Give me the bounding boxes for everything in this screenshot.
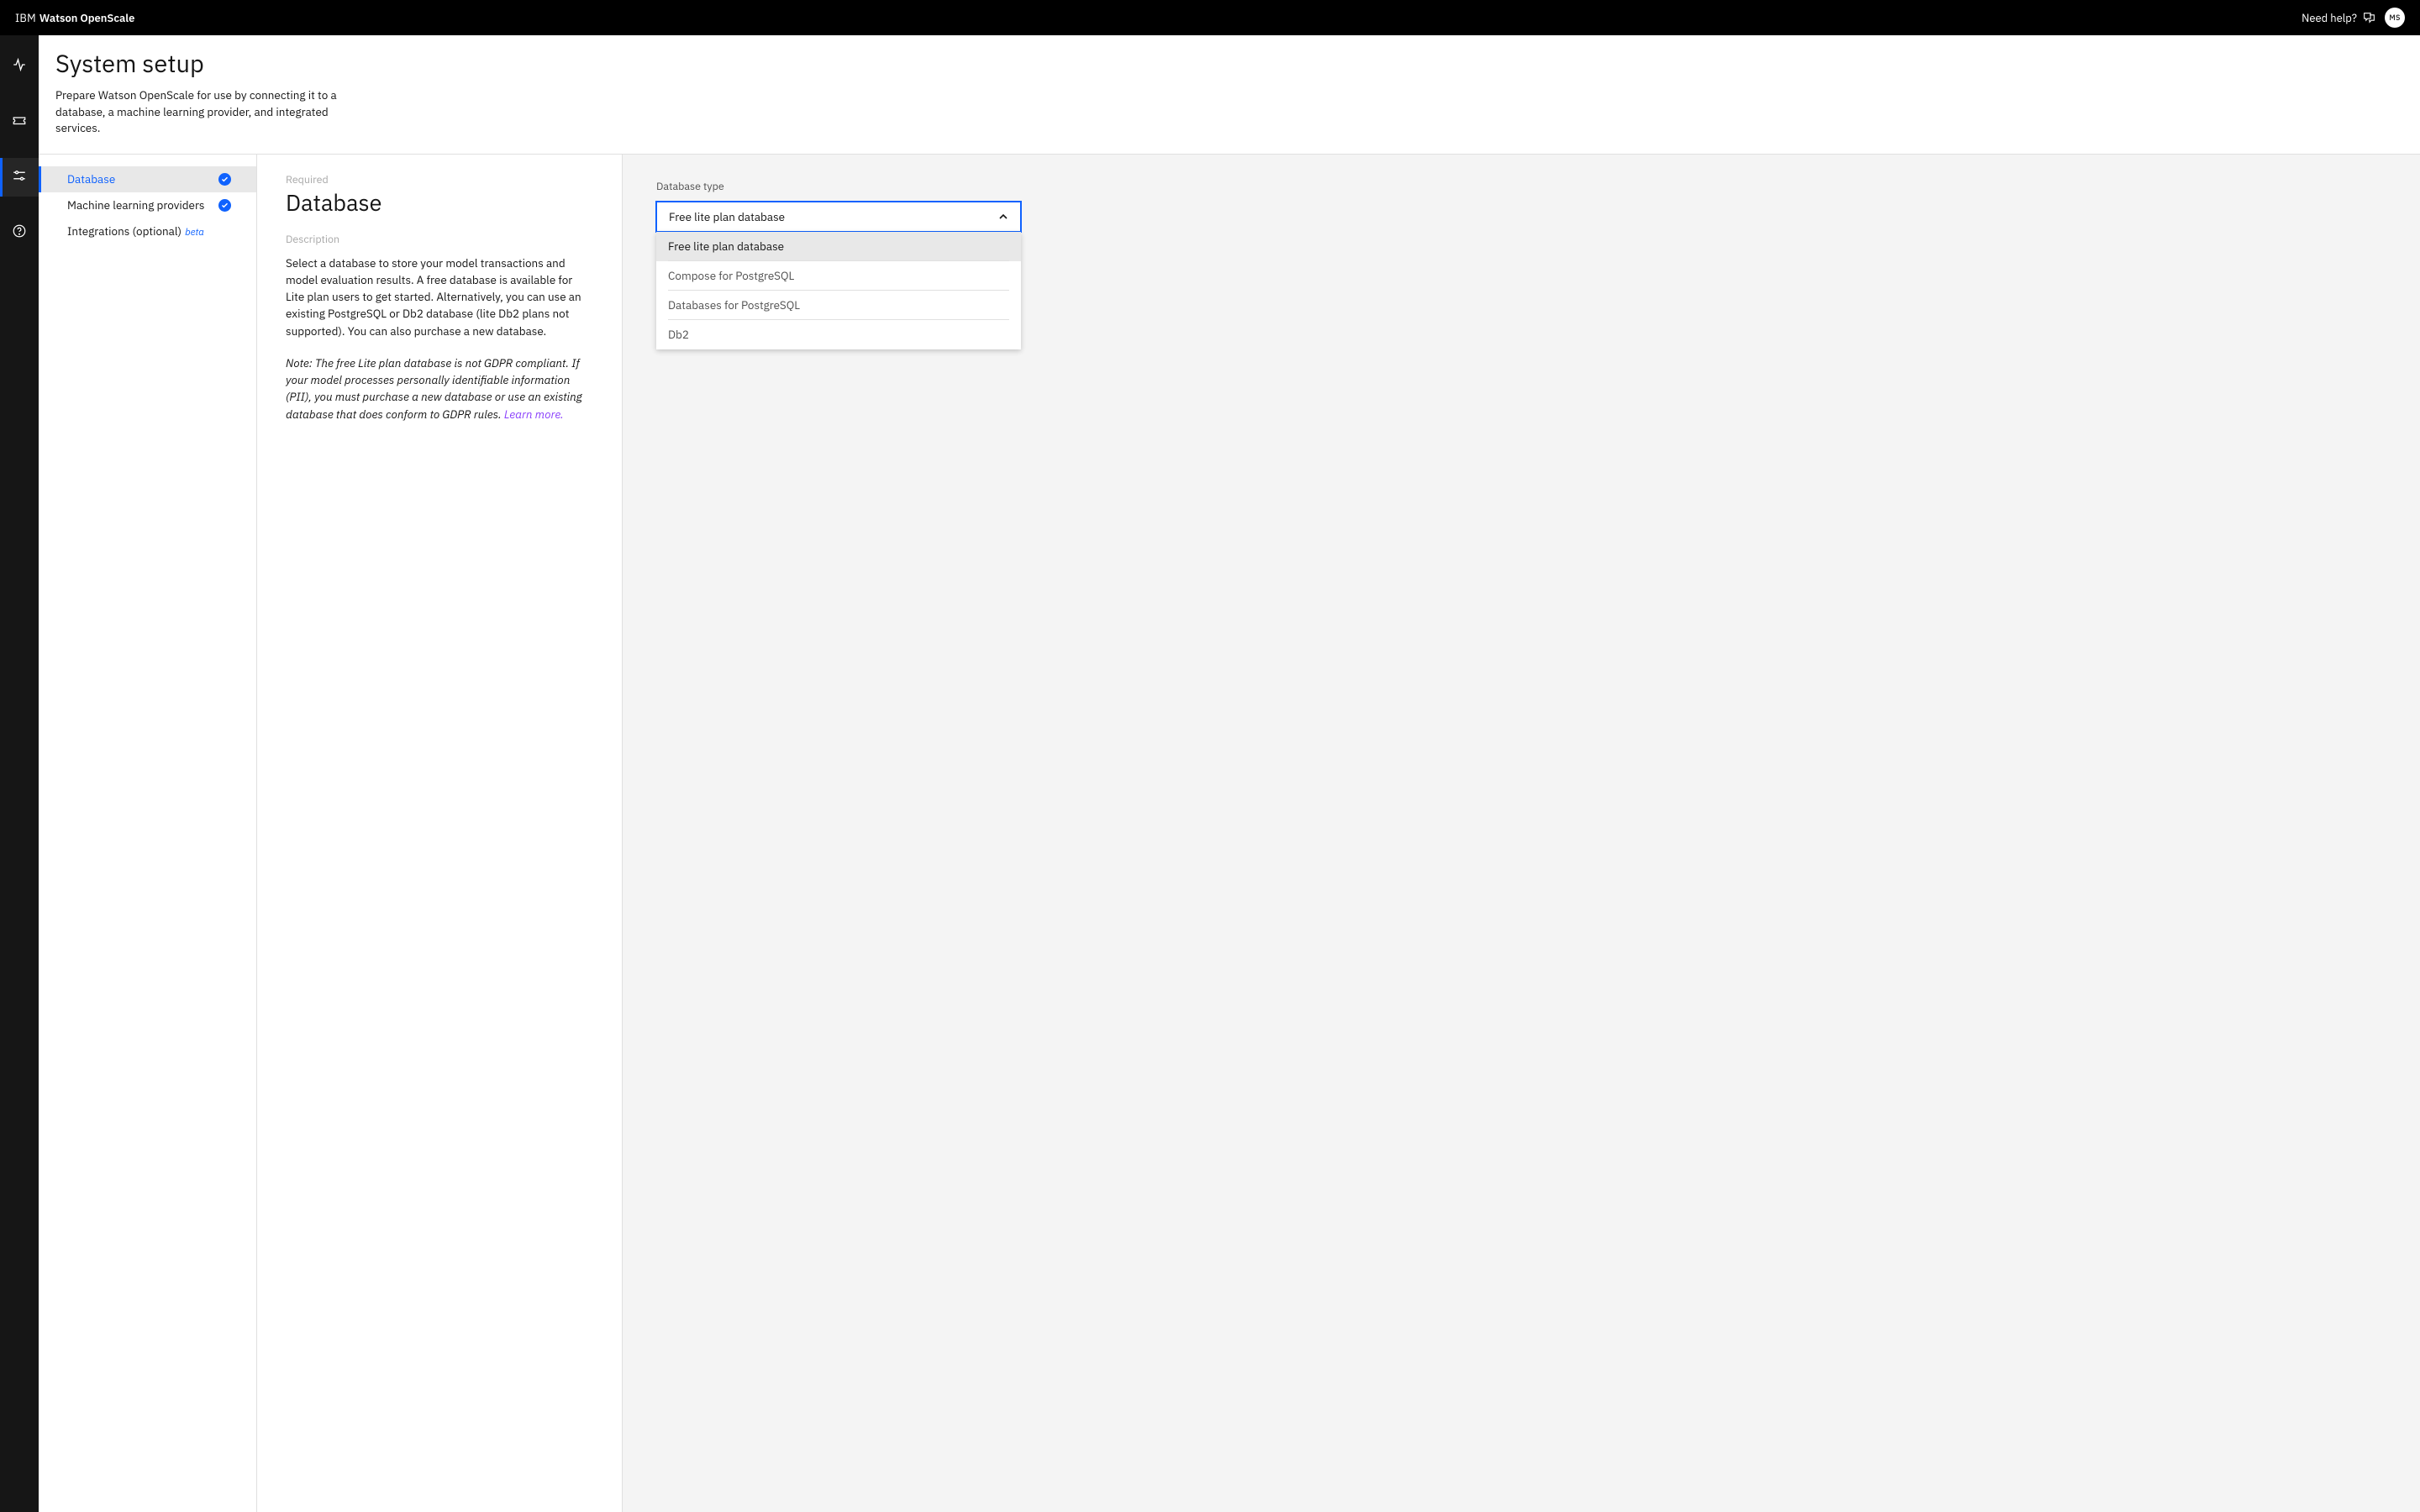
db-type-option[interactable]: Db2 (656, 320, 1021, 349)
note-text: Note: The free Lite plan database is not… (286, 354, 593, 423)
db-type-option[interactable]: Databases for PostgreSQL (656, 291, 1021, 320)
topbar: IBM Watson OpenScale Need help? MS (0, 0, 2420, 35)
left-rail (0, 35, 39, 1512)
content: System setup Prepare Watson OpenScale fo… (39, 35, 2420, 1512)
beta-badge: beta (185, 226, 204, 239)
db-type-dropdown: Free lite plan database Free lite plan d… (656, 202, 1021, 349)
option-label: Db2 (668, 327, 689, 342)
settings-icon (12, 168, 27, 187)
sidebar-item-label: Database (67, 171, 115, 186)
brand: IBM Watson OpenScale (15, 11, 134, 25)
sidebar-item-database[interactable]: Database (39, 166, 256, 192)
rail-help[interactable] (0, 213, 39, 252)
description-text: Select a database to store your model tr… (286, 255, 593, 339)
db-type-option[interactable]: Compose for PostgreSQL (656, 261, 1021, 291)
check-icon (218, 173, 231, 186)
avatar[interactable]: MS (2385, 8, 2405, 28)
rail-activity[interactable] (0, 47, 39, 86)
section-title: Database (286, 188, 593, 218)
required-label: Required (286, 173, 593, 186)
chevron-up-icon (998, 212, 1008, 222)
db-type-selected: Free lite plan database (669, 209, 785, 224)
topbar-right: Need help? MS (2302, 8, 2405, 28)
rail-settings[interactable] (0, 158, 39, 197)
page-header: System setup Prepare Watson OpenScale fo… (39, 35, 2420, 155)
brand-prefix: IBM (15, 11, 36, 25)
sidebar-item-label: Machine learning providers (67, 197, 205, 213)
description-label: Description (286, 233, 593, 246)
chat-icon (2362, 11, 2376, 25)
activity-icon (12, 57, 27, 76)
help-icon (12, 223, 27, 243)
brand-product: Watson OpenScale (39, 11, 135, 25)
body: Database Machine learning providers Inte… (39, 155, 2420, 1512)
ticket-icon (12, 113, 27, 132)
option-label: Compose for PostgreSQL (668, 268, 794, 283)
page-title: System setup (55, 47, 2403, 79)
main: System setup Prepare Watson OpenScale fo… (0, 35, 2420, 1512)
page-subtitle: Prepare Watson OpenScale for use by conn… (55, 87, 375, 137)
need-help-label: Need help? (2302, 11, 2357, 25)
setup-sidebar: Database Machine learning providers Inte… (39, 155, 257, 1512)
description-panel: Required Database Description Select a d… (257, 155, 623, 1512)
need-help-link[interactable]: Need help? (2302, 11, 2376, 25)
option-label: Databases for PostgreSQL (668, 297, 800, 312)
form-panel: Database type Free lite plan database Fr… (623, 155, 2420, 1512)
option-label: Free lite plan database (668, 239, 784, 254)
db-type-option[interactable]: Free lite plan database (656, 232, 1021, 261)
rail-ticket[interactable] (0, 102, 39, 141)
db-type-trigger[interactable]: Free lite plan database (656, 202, 1021, 232)
sidebar-item-label: Integrations (optional) (67, 223, 182, 239)
learn-more-link[interactable]: Learn more. (504, 407, 564, 422)
sidebar-item-ml-providers[interactable]: Machine learning providers (39, 192, 256, 218)
avatar-initials: MS (2389, 13, 2400, 23)
db-type-label: Database type (656, 180, 2386, 193)
db-type-menu: Free lite plan database Compose for Post… (656, 232, 1021, 349)
sidebar-item-integrations[interactable]: Integrations (optional) beta (39, 218, 256, 244)
check-icon (218, 199, 231, 212)
